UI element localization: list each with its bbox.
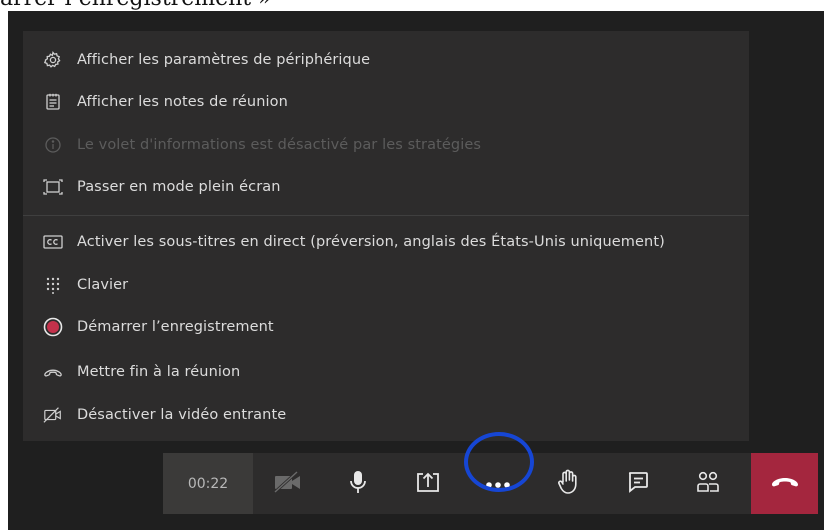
hang-up-icon (771, 474, 799, 493)
menu-item-fullscreen[interactable]: Passer en mode plein écran (23, 170, 749, 204)
menu-item-label: Démarrer l’enregistrement (77, 319, 274, 335)
call-timer-text: 00:22 (187, 475, 229, 492)
menu-item-live-captions[interactable]: Activer les sous-titres en direct (préve… (23, 225, 749, 259)
closed-captions-icon (43, 232, 63, 252)
menu-item-label: Passer en mode plein écran (77, 179, 281, 195)
call-controls-toolbar: 00:22 (163, 453, 818, 514)
menu-item-label: Afficher les paramètres de périphérique (77, 52, 371, 68)
info-icon (43, 135, 63, 155)
menu-item-end-meeting[interactable]: Mettre fin à la réunion (23, 355, 749, 389)
menu-item-keypad[interactable]: Clavier (23, 268, 749, 302)
menu-item-meeting-notes[interactable]: Afficher les notes de réunion (23, 85, 749, 119)
microphone-button[interactable] (323, 453, 393, 514)
participants-button[interactable] (673, 453, 743, 514)
menu-item-label: Afficher les notes de réunion (77, 94, 288, 110)
camera-off-icon (273, 470, 303, 498)
share-screen-icon (415, 470, 441, 498)
menu-item-label: Activer les sous-titres en direct (préve… (77, 234, 665, 250)
hang-up-icon (43, 362, 63, 382)
meeting-window: Afficher les paramètres de périphérique … (8, 11, 824, 530)
menu-item-start-recording[interactable]: Démarrer l’enregistrement (23, 310, 749, 344)
menu-item-disable-incoming-video[interactable]: Désactiver la vidéo entrante (23, 398, 749, 432)
notes-icon (43, 92, 63, 112)
menu-divider (23, 215, 749, 216)
raise-hand-icon (557, 469, 579, 499)
record-icon (43, 317, 63, 337)
microphone-icon (348, 469, 368, 499)
menu-item-label: Clavier (77, 277, 129, 293)
participants-icon (695, 470, 721, 498)
call-timer: 00:22 (163, 453, 253, 514)
gear-icon (43, 50, 63, 70)
menu-item-info-pane: Le volet d'informations est désactivé pa… (23, 128, 749, 162)
raise-hand-button[interactable] (533, 453, 603, 514)
share-screen-button[interactable] (393, 453, 463, 514)
chat-button[interactable] (603, 453, 673, 514)
menu-item-label: Le volet d'informations est désactivé pa… (77, 137, 481, 153)
chat-icon (626, 470, 650, 498)
camera-toggle-button[interactable] (253, 453, 323, 514)
fullscreen-icon (43, 177, 63, 197)
more-options-icon (485, 474, 511, 493)
menu-item-label: Désactiver la vidéo entrante (77, 407, 287, 423)
keypad-icon (43, 275, 63, 295)
video-off-icon (43, 405, 63, 425)
menu-item-device-settings[interactable]: Afficher les paramètres de périphérique (23, 43, 749, 77)
more-options-menu: Afficher les paramètres de périphérique … (23, 31, 749, 441)
more-options-button[interactable] (463, 453, 533, 514)
menu-item-label: Mettre fin à la réunion (77, 364, 241, 380)
leave-call-button[interactable] (751, 453, 818, 514)
